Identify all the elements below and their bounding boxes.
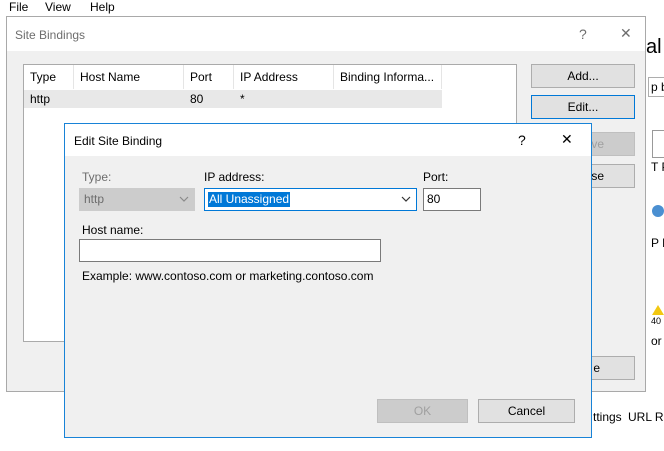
chevron-down-icon [178,192,190,209]
table-row[interactable]: http 80 * [24,90,442,108]
background-fragment: p b [651,80,664,94]
edit-site-binding-dialog: Edit Site Binding ? ✕ Type: http IP addr… [64,123,592,438]
cell-binding-info [334,90,340,108]
site-bindings-titlebar: Site Bindings ? ✕ [7,17,645,51]
background-fragment: ttings [593,410,622,424]
ip-address-label: IP address: [204,170,265,184]
port-label: Port: [423,170,449,184]
column-header-binding-info[interactable]: Binding Informa... [334,65,442,89]
site-bindings-title: Site Bindings [15,28,86,42]
close-icon[interactable]: ✕ [620,25,632,42]
menu-file[interactable]: File [9,0,28,14]
background-fragment: URL Re [628,410,664,424]
menu-view[interactable]: View [45,0,71,14]
background-fragment: 40 [651,316,662,326]
ok-button[interactable]: OK [377,399,468,423]
add-button[interactable]: Add... [531,64,635,88]
ip-address-value: All Unassigned [208,192,291,207]
globe-icon [652,205,664,217]
ip-address-select[interactable]: All Unassigned [204,188,417,211]
help-icon[interactable]: ? [518,132,526,148]
edit-binding-titlebar: Edit Site Binding ? ✕ [65,124,591,156]
warning-icon [652,305,664,315]
background-fragment: or P [651,334,664,348]
type-select[interactable]: http [79,188,195,211]
host-name-example: Example: www.contoso.com or marketing.co… [82,269,374,283]
host-name-input[interactable] [79,239,381,262]
background-fragment: T P [651,160,664,174]
edit-button[interactable]: Edit... [531,95,635,119]
port-input[interactable]: 80 [423,188,481,211]
help-icon[interactable]: ? [579,26,587,42]
close-icon[interactable]: ✕ [561,131,573,148]
type-label: Type: [82,170,112,184]
edit-binding-title: Edit Site Binding [74,134,163,148]
column-header-host-name[interactable]: Host Name [74,65,184,89]
background-heading-fragment: al [646,36,662,58]
column-header-port[interactable]: Port [184,65,234,89]
cell-ip-address: * [240,92,245,106]
cell-port: 80 [190,92,204,106]
cancel-button[interactable]: Cancel [478,399,575,423]
menu-help[interactable]: Help [90,0,115,14]
host-name-label: Host name: [82,223,144,237]
cell-host-name [74,90,80,108]
menu-bar: File View Help [0,0,664,15]
background-fragment: P E [651,236,664,250]
column-header-type[interactable]: Type [24,65,74,89]
type-select-value: http [84,192,105,206]
column-header-ip-address[interactable]: IP Address [234,65,334,89]
background-icon [652,130,664,158]
cell-type: http [30,92,51,106]
chevron-down-icon [400,192,412,209]
